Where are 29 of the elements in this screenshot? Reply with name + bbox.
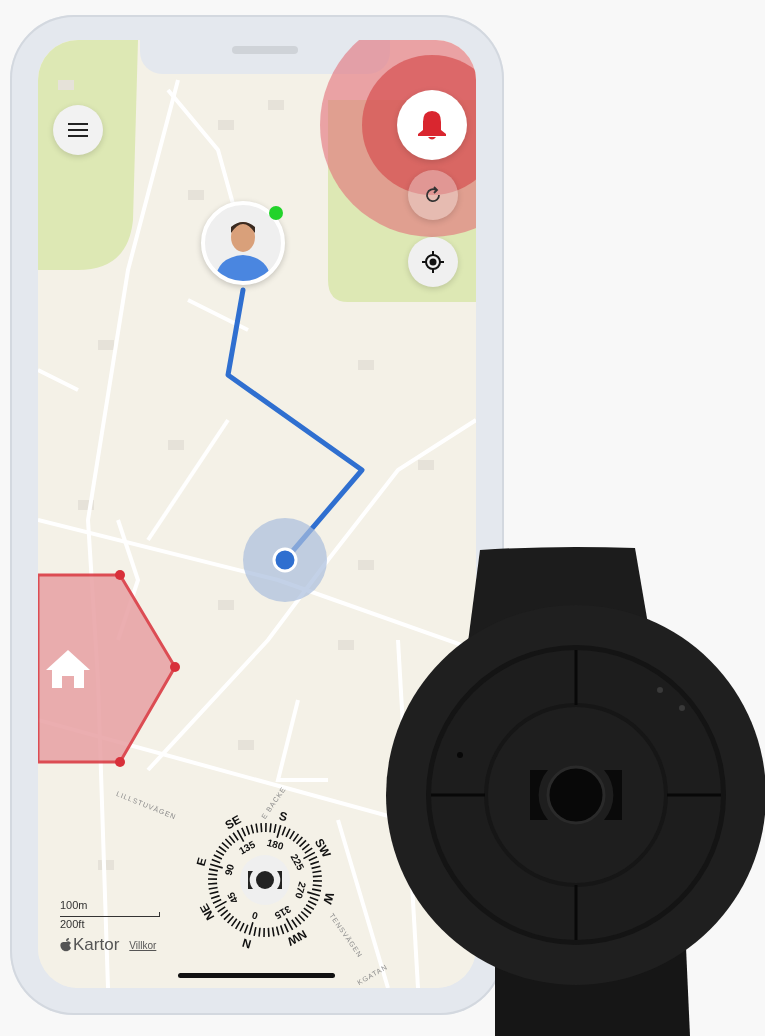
compass-degree: 315	[272, 903, 293, 922]
compass-heading: SW	[311, 836, 334, 860]
crosshair-icon	[421, 250, 445, 274]
compass-heading: E	[193, 856, 210, 868]
menu-icon	[68, 123, 88, 137]
compass-degree: 180	[265, 836, 285, 852]
scale-imperial: 200ft	[60, 917, 86, 931]
device-button-icon[interactable]	[240, 855, 290, 905]
compass-heading: SE	[222, 812, 244, 833]
refresh-button[interactable]	[408, 170, 458, 220]
refresh-icon	[424, 186, 442, 204]
scale-metric: 100m	[60, 898, 89, 912]
compass-degree: 135	[237, 838, 258, 857]
map-attribution: Kartor	[60, 935, 120, 955]
compass-degree: 90	[222, 862, 237, 877]
compass-heading: NE	[197, 901, 218, 923]
terms-link[interactable]: Villkor	[129, 939, 157, 951]
compass-heading: W	[320, 890, 337, 906]
compass-heading: N	[240, 935, 253, 952]
home-icon	[46, 650, 90, 688]
bell-icon	[417, 109, 447, 141]
compass-degree: 225	[288, 852, 307, 873]
compass-degree: 0	[250, 909, 259, 922]
compass-heading: NW	[284, 926, 310, 949]
compass-degree: 270	[293, 880, 309, 900]
compass-heading: S	[277, 808, 289, 825]
apple-logo-icon	[60, 938, 72, 952]
compass-degree: 45	[225, 890, 241, 906]
location-dot	[272, 547, 298, 573]
